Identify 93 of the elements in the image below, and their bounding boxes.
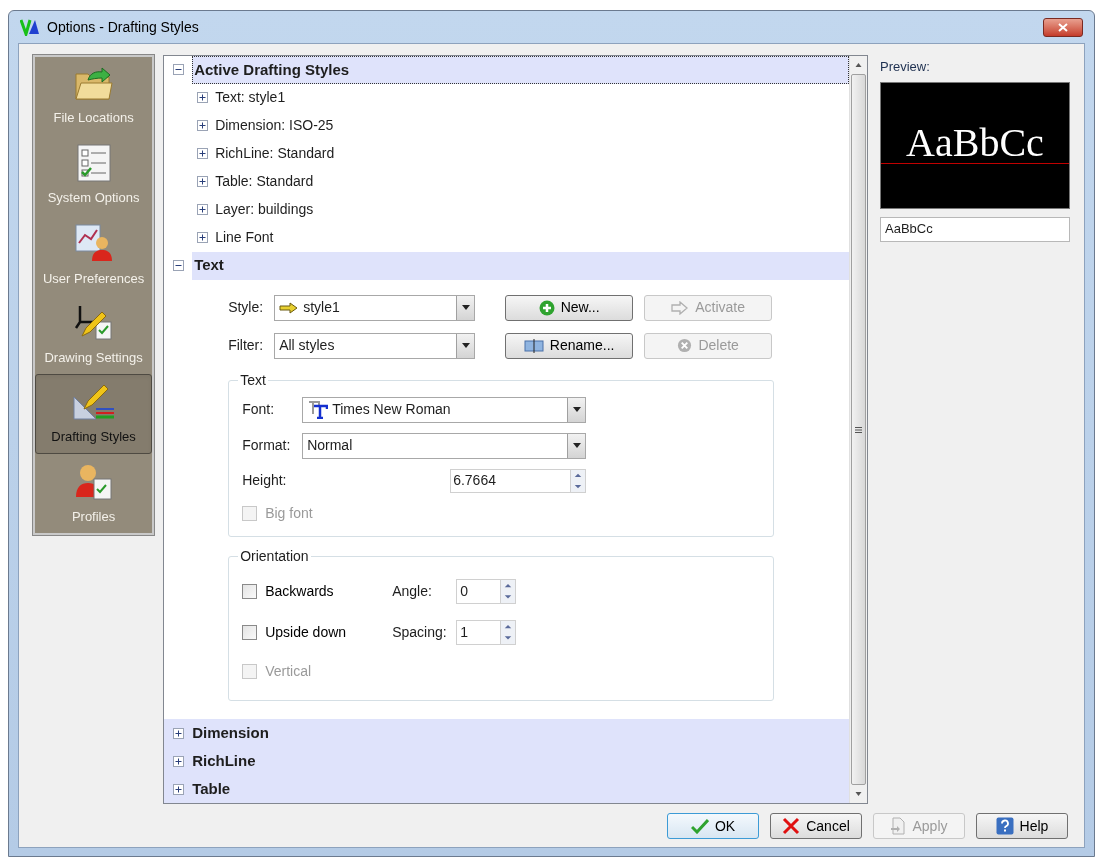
spin-buttons[interactable] [570,469,586,492]
spin-buttons[interactable] [500,579,516,603]
help-icon [995,817,1014,835]
preview-sample: AaBbCc [906,122,1044,163]
expand-icon[interactable] [173,755,185,767]
number-field[interactable]: 0 [456,578,517,604]
field-value: 6.7664 [452,471,497,491]
caret-icon [572,407,581,413]
dropdown-value: Normal [306,436,354,456]
preview-text-field[interactable]: AaBbCc [880,216,1070,242]
checklist-icon [76,144,111,183]
close-icon [1058,22,1068,32]
expand-icon[interactable] [197,176,209,188]
rename-icon [523,338,544,353]
section-header[interactable]: Text [192,251,849,280]
scrollbar[interactable] [849,56,867,803]
field-label: Height: [242,471,288,491]
help-button[interactable]: Help [976,813,1068,839]
caret-icon [572,443,581,449]
cancel-button[interactable]: Cancel [770,813,862,839]
tree-item[interactable]: Layer: buildings [215,199,314,221]
checkbox[interactable] [242,624,258,640]
arrow-right-icon [671,300,690,315]
tree-item[interactable]: Dimension: ISO-25 [215,115,334,137]
sidebar-item[interactable]: Drafting Styles [35,374,153,454]
section-header[interactable]: Table [192,777,231,801]
tree-item[interactable]: RichLine: Standard [215,143,335,165]
document-arrow-icon [890,817,907,835]
expand-icon[interactable] [197,232,209,244]
field-label: Filter: [228,336,265,356]
ok-button[interactable]: OK [667,813,759,839]
dropdown[interactable]: All styles [274,332,476,359]
field-label: Font: [242,400,276,420]
up-arrow-icon [855,63,862,67]
checkbox-label: Backwards [265,581,334,601]
dropdown[interactable]: Normal [302,432,587,459]
dropdown-arrow-button[interactable] [456,295,475,320]
collapse-icon[interactable] [172,260,184,272]
number-field[interactable]: 6.7664 [450,468,587,493]
arrow-right-icon [279,301,300,314]
expand-icon[interactable] [197,92,209,104]
collapse-icon[interactable] [172,64,184,76]
dropdown-value: All styles [278,336,336,356]
expand-icon[interactable] [197,120,209,132]
checkbox-label: Big font [265,503,313,523]
field-value: 1 [459,622,469,642]
expand-icon[interactable] [197,204,209,216]
number-field[interactable]: 1 [456,619,517,645]
grip-icon [855,426,862,433]
field-label: Format: [242,436,292,456]
caret-icon [461,343,470,349]
dropdown-arrow-button[interactable] [567,433,586,458]
new-button[interactable]: New... [505,294,634,321]
checkbox-label: Upside down [265,622,347,642]
preview-label: Preview: [880,58,931,76]
plus-icon [538,299,555,316]
field-label: Style: [228,298,265,318]
scrollbar-thumb[interactable] [851,74,866,785]
window-title: Options - Drafting Styles [47,17,199,37]
tree-item[interactable]: Table: Standard [215,171,314,193]
rename-button[interactable]: Rename... [505,332,634,359]
group-title: Orientation [239,546,310,566]
caret-icon [461,305,470,311]
section-header[interactable]: Active Drafting Styles [192,56,849,84]
field-label: Spacing: [392,622,448,642]
close-icon [782,817,801,835]
group-title: Text [239,370,267,390]
section-header[interactable]: RichLine [192,749,256,773]
tree-item[interactable]: Line Font [215,227,274,249]
font-icon [308,400,329,419]
dropdown[interactable]: Times New Roman [302,396,587,423]
dropdown-value: style1 [302,298,341,318]
app-logo-icon [20,18,40,36]
expand-icon[interactable] [197,148,209,160]
field-label: Angle: [392,581,433,601]
folder-arrow-icon [73,65,114,102]
field-value: 0 [459,581,469,601]
checkbox[interactable] [242,583,258,599]
down-arrow-icon [855,792,862,796]
close-button[interactable] [1043,17,1083,37]
dropdown-arrow-button[interactable] [567,397,586,422]
expand-icon[interactable] [173,727,185,739]
checkbox-label: Vertical [265,661,312,681]
dropdown-value: Times New Roman [331,400,452,420]
checkmark-icon [690,818,709,834]
expand-icon[interactable] [173,783,185,795]
tree-item[interactable]: Text: style1 [215,87,286,109]
delete-icon [677,338,693,354]
dropdown[interactable]: style1 [274,294,476,321]
dropdown-arrow-button[interactable] [456,333,475,358]
person-with-chart-icon [73,222,114,263]
spin-buttons[interactable] [500,620,516,644]
section-header[interactable]: Dimension [192,721,269,745]
